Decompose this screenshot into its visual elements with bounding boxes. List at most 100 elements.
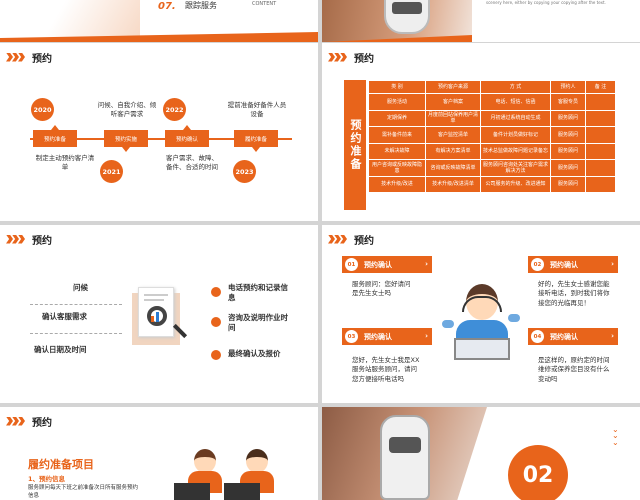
cell: 有解决方案清单 bbox=[425, 142, 481, 160]
table-header-row: 类 别 预约客户来源 方 式 预约人 备 注 bbox=[368, 80, 616, 94]
col-header: 预约客户来源 bbox=[425, 80, 481, 94]
slide-header: 预约 bbox=[6, 49, 52, 65]
reservation-table: 类 别 预约客户来源 方 式 预约人 备 注 服务活动 客户档案 电话、短信、信函客… bbox=[368, 80, 616, 193]
slide-section-02[interactable]: 02 ⌄ ⌄ ⌄ bbox=[322, 407, 640, 500]
item-confirm-needs: 确认客服需求 bbox=[42, 312, 87, 321]
year-2022: 2022 bbox=[163, 98, 186, 121]
header-title: 预约 bbox=[32, 417, 52, 429]
cell: 客户档案 bbox=[425, 93, 481, 111]
cell: 公司服务的升级、改进通知 bbox=[480, 175, 551, 193]
cell: 未解决故障 bbox=[368, 142, 426, 160]
cell bbox=[585, 109, 616, 127]
section-subtitle: CONTENT bbox=[252, 1, 277, 7]
slide-grid: 07. 跟踪服务 CONTENT scenery here, either by… bbox=[0, 0, 640, 500]
chevrons-icon bbox=[6, 416, 25, 426]
item-confirm-time: 确认日期及时间 bbox=[34, 345, 87, 354]
slide-top-left[interactable]: 07. 跟踪服务 CONTENT bbox=[0, 0, 318, 42]
tag-reservation-impl: 预约实施 bbox=[104, 130, 148, 152]
card-1-title: 01 预约确认 › bbox=[342, 256, 432, 273]
card-number: 03 bbox=[345, 330, 358, 343]
cell: 服务顾问 bbox=[550, 142, 586, 160]
card-4-title: 04 预约确认 › bbox=[528, 328, 618, 345]
fulfillment-title: 履约准备项目 bbox=[28, 458, 94, 471]
document-magnifier-icon bbox=[132, 287, 188, 345]
header-title: 预约 bbox=[32, 53, 52, 65]
card-title: 预约确认 bbox=[550, 260, 578, 269]
cell: 服务顾问 bbox=[550, 109, 586, 127]
agents-illustration bbox=[172, 449, 282, 500]
bullet-dot bbox=[211, 350, 221, 360]
card-title: 预约确认 bbox=[550, 332, 578, 341]
year-2023: 2023 bbox=[233, 160, 256, 183]
cell: 咨询或反映故障清单 bbox=[425, 159, 481, 177]
cell bbox=[585, 142, 616, 160]
tag-fulfillment-prep: 履约准备 bbox=[234, 130, 278, 152]
bullet-dot bbox=[211, 287, 221, 297]
cell: 用户咨询或反映故障隐患 bbox=[368, 159, 426, 177]
card-1-text: 服务顾问：您好请问是先生女士吗 bbox=[352, 280, 411, 298]
cell: 月度前回站保养用户清单 bbox=[425, 109, 481, 127]
cell bbox=[585, 93, 616, 111]
car-image bbox=[380, 415, 430, 500]
item-greeting: 问候 bbox=[73, 283, 88, 292]
table-row: 技术升级/改进 技术升级/改进清单 公司服务的升级、改进通知 服务顾问 bbox=[368, 175, 616, 193]
decor-band bbox=[0, 0, 140, 42]
section-number-circle: 02 bbox=[508, 445, 568, 500]
divider bbox=[30, 304, 122, 305]
card-4-text: 是这样的，原约定的时间维修或保养您目没有什么变动吗 bbox=[538, 356, 610, 383]
chevrons-icon bbox=[328, 234, 347, 244]
chevron-right-icon: › bbox=[611, 260, 614, 268]
cell: 客户监控清单 bbox=[425, 126, 481, 144]
timeline-text-2: 问候、自我介绍、倾听客户需求 bbox=[97, 101, 157, 119]
year-2020: 2020 bbox=[31, 98, 54, 121]
cell: 月初通过系统自动生成 bbox=[480, 109, 551, 127]
cell: 备件计划员做好标记 bbox=[480, 126, 551, 144]
cell: 技术升级/改进 bbox=[368, 175, 426, 193]
chevrons-down-icon: ⌄ ⌄ ⌄ bbox=[612, 425, 619, 447]
car-image bbox=[384, 0, 430, 34]
col-header: 备 注 bbox=[585, 80, 616, 94]
col-header: 方 式 bbox=[480, 80, 551, 94]
cell: 定期保养 bbox=[368, 109, 426, 127]
item-phone-record: 电话预约和记录信息 bbox=[228, 283, 288, 302]
card-3-title: 03 预约确认 › bbox=[342, 328, 432, 345]
slide-header: 预约 bbox=[328, 49, 374, 65]
slide-fulfillment[interactable]: 预约 履约准备项目 1、预约信息 服务顾问每天下班之前准备次日所有服务预约信息 bbox=[0, 407, 318, 500]
tag-reservation-confirm: 预约确认 bbox=[165, 125, 209, 147]
card-title: 预约确认 bbox=[364, 332, 392, 341]
section-number: 02 bbox=[522, 462, 554, 488]
fulfillment-text: 服务顾问每天下班之前准备次日所有服务预约信息 bbox=[28, 485, 139, 499]
table-row: 服务活动 客户档案 电话、短信、信函 客服专员 bbox=[368, 93, 616, 111]
cell bbox=[585, 159, 616, 177]
table-side-label: 预约准备 bbox=[344, 80, 366, 210]
fulfillment-subtitle: 1、预约信息 bbox=[28, 475, 66, 483]
card-2-text: 好的，先生女士感谢您能接听电话，到时我们将你接您的光临再见！ bbox=[538, 280, 610, 307]
cell: 技术升级/改进清单 bbox=[425, 175, 481, 193]
slide-cards[interactable]: 预约 01 预约确认 › 服务顾问：您好请问是先生女士吗 02 预约确认 › 好的，先生… bbox=[322, 225, 640, 403]
table-row: 定期保养 月度前回站保养用户清单 月初通过系统自动生成 服务顾问 bbox=[368, 109, 616, 127]
section-number: 07. bbox=[158, 1, 176, 12]
slide-timeline[interactable]: 预约 2020 预约准备 制定主动预约客户清单 问候、自我介绍、倾听客户需求 预… bbox=[0, 43, 318, 221]
agent-illustration bbox=[442, 280, 520, 362]
cell: 服务顾问 bbox=[550, 159, 586, 177]
slide-steps[interactable]: 预约 问候 确认客服需求 确认日期及时间 电话预约和记录信息 咨询及说明作业时间… bbox=[0, 225, 318, 403]
cell: 技术总监做故障问题记录备忘 bbox=[480, 142, 551, 160]
cell: 服务活动 bbox=[368, 93, 426, 111]
header-title: 预约 bbox=[354, 53, 374, 65]
slide-top-right[interactable]: scenery here, either by copying your cop… bbox=[322, 0, 640, 42]
slide-header: 预约 bbox=[6, 413, 52, 429]
col-header: 预约人 bbox=[550, 80, 586, 94]
header-title: 预约 bbox=[32, 235, 52, 247]
chevron-right-icon: › bbox=[425, 260, 428, 268]
bullet-dot bbox=[211, 317, 221, 327]
caption-text: scenery here, either by copying your cop… bbox=[486, 0, 606, 5]
card-2-title: 02 预约确认 › bbox=[528, 256, 618, 273]
item-final-quote: 最终确认及报价 bbox=[228, 349, 281, 358]
timeline-text-4: 提前准备好备件人员设备 bbox=[227, 101, 287, 119]
cell: 客服专员 bbox=[550, 93, 586, 111]
year-2021: 2021 bbox=[100, 160, 123, 183]
cell: 需补备件前来 bbox=[368, 126, 426, 144]
tag-reservation-prep: 预约准备 bbox=[33, 125, 77, 147]
cell: 服务顾问咨询处关注客户需求解决方法 bbox=[480, 159, 551, 177]
slide-header: 预约 bbox=[6, 231, 52, 247]
